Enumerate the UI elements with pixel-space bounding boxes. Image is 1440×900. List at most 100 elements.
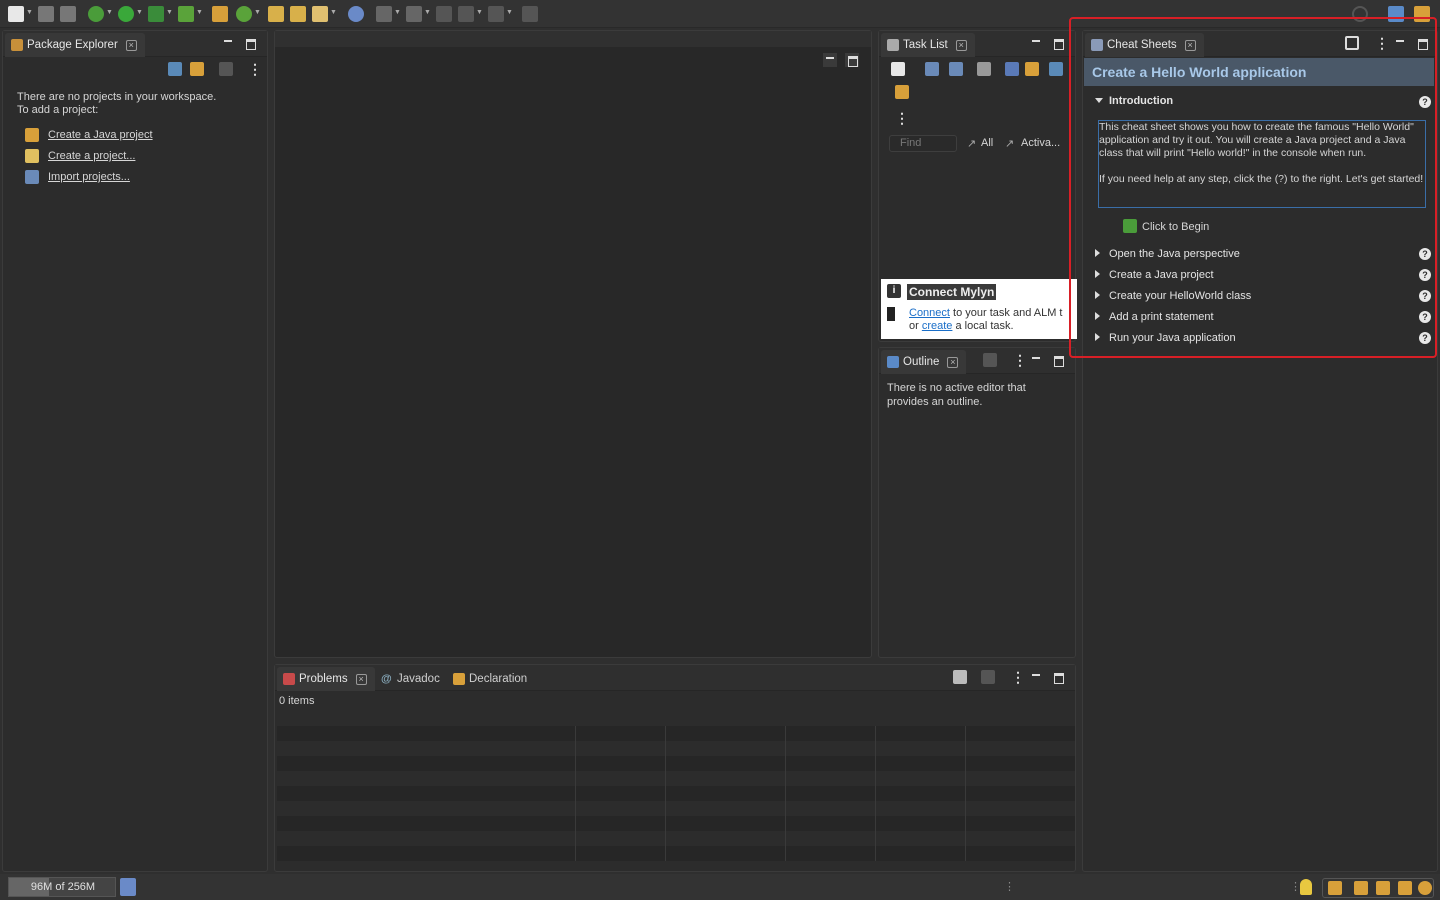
help-icon[interactable]: ? [1419,311,1431,323]
chevron-right-icon[interactable] [1095,291,1100,299]
save-icon[interactable] [38,6,54,22]
chevron-right-icon[interactable] [1095,249,1100,257]
collapse-all-icon[interactable] [168,62,182,76]
link-icon[interactable] [1049,62,1063,76]
minimize-button[interactable] [823,53,837,67]
save-all-icon[interactable] [60,6,76,22]
step-add-print-statement[interactable]: Add a print statement [1109,311,1214,323]
chevron-down-icon[interactable]: ▼ [136,9,143,16]
create-java-project-link[interactable]: Create a Java project [48,129,153,141]
minimize-button[interactable] [1029,670,1043,684]
maximize-button[interactable] [845,53,859,67]
chevron-down-icon[interactable]: ▼ [330,9,337,16]
help-icon[interactable]: ? [1419,332,1431,344]
focus-icon[interactable] [219,62,233,76]
run-icon[interactable] [118,6,134,22]
heap-status[interactable]: 96M of 256M [8,877,116,897]
tab-cheat-sheets[interactable]: Cheat Sheets × [1085,33,1204,57]
chevron-right-icon[interactable] [1095,312,1100,320]
book-icon[interactable] [1354,881,1368,895]
step-run-java-application[interactable]: Run your Java application [1109,332,1236,344]
view-menu-icon[interactable]: ⋮ [1011,670,1025,684]
external-tools-icon[interactable] [178,6,194,22]
view-menu-icon[interactable]: ⋮ [248,62,262,76]
minimize-button[interactable] [1029,353,1043,367]
import-projects-link[interactable]: Import projects... [48,171,130,183]
pencil-icon[interactable] [1398,881,1412,895]
chevron-down-icon[interactable]: ▼ [476,9,483,16]
focus-icon[interactable] [977,62,991,76]
start-icon[interactable] [1123,219,1137,233]
debug-icon[interactable] [88,6,104,22]
create-link[interactable]: create [922,320,953,332]
minimize-button[interactable] [1393,36,1407,50]
close-icon[interactable]: × [947,357,959,368]
tab-package-explorer[interactable]: Package Explorer × [5,33,145,57]
back-icon[interactable] [458,6,474,22]
quick-access-search-icon[interactable] [1352,6,1368,22]
java-ee-perspective-icon[interactable] [1388,6,1404,22]
tab-problems[interactable]: Problems × [277,667,375,691]
search-icon[interactable] [312,6,328,22]
collapse-all-icon[interactable] [1345,36,1359,50]
chevron-right-icon[interactable] [1095,333,1100,341]
close-icon[interactable]: × [125,40,137,51]
maximize-button[interactable] [1415,36,1429,50]
chevron-right-icon[interactable] [1095,270,1100,278]
prev-annotation-icon[interactable] [406,6,422,22]
connect-link[interactable]: Connect [909,307,950,319]
tutorial-icon[interactable] [1376,881,1390,895]
minimize-button[interactable] [1029,36,1043,50]
help-icon[interactable]: ? [1419,96,1431,108]
chevron-down-icon[interactable]: ▼ [106,9,113,16]
close-icon[interactable]: × [955,40,967,51]
close-icon[interactable]: × [1184,40,1196,51]
focus-icon[interactable] [981,670,995,684]
introduction-heading[interactable]: Introduction [1109,95,1173,107]
task-list-icon[interactable] [1328,881,1342,895]
open-type-icon[interactable] [268,6,284,22]
chevron-down-icon[interactable]: ▼ [506,9,513,16]
maximize-button[interactable] [1051,353,1065,367]
task-find-input[interactable]: Find [889,135,957,152]
lightbulb-icon[interactable] [1300,879,1312,895]
new-icon[interactable] [8,6,24,22]
view-menu-icon[interactable]: ⋮ [1375,36,1389,50]
scheduled-icon[interactable] [949,62,963,76]
filter-all-link[interactable]: All [981,137,993,149]
sync-icon[interactable] [895,85,909,99]
help-icon[interactable]: ? [1419,248,1431,260]
toggle-mark-occurrences-icon[interactable] [348,6,364,22]
chevron-down-icon[interactable] [1095,98,1103,103]
next-annotation-icon[interactable] [376,6,392,22]
filter-active-link[interactable]: Activa... [1021,137,1060,149]
open-task-icon[interactable] [290,6,306,22]
tab-task-list[interactable]: Task List × [881,33,975,57]
chevron-down-icon[interactable]: ▼ [394,9,401,16]
close-icon[interactable]: × [355,674,367,685]
tab-javadoc[interactable]: @ Javadoc [375,667,448,691]
click-to-begin-link[interactable]: Click to Begin [1142,221,1209,233]
chevron-down-icon[interactable]: ▼ [26,9,33,16]
help-icon[interactable]: ? [1419,269,1431,281]
new-java-class-icon[interactable] [236,6,252,22]
maximize-button[interactable] [243,36,257,50]
garbage-collect-icon[interactable] [120,878,136,896]
new-task-icon[interactable] [891,62,905,76]
step-create-helloworld-class[interactable]: Create your HelloWorld class [1109,290,1251,302]
chevron-down-icon[interactable]: ▼ [254,9,261,16]
step-open-java-perspective[interactable]: Open the Java perspective [1109,248,1240,260]
collapse-all-icon[interactable] [1025,62,1039,76]
view-menu-icon[interactable]: ⋮ [895,111,909,125]
view-menu-icon[interactable]: ⋮ [1013,353,1027,367]
hide-completed-icon[interactable] [1005,62,1019,76]
create-project-link[interactable]: Create a project... [48,150,135,162]
chevron-down-icon[interactable]: ▼ [424,9,431,16]
pin-editor-icon[interactable] [522,6,538,22]
categorized-icon[interactable] [925,62,939,76]
forward-icon[interactable] [488,6,504,22]
filter-icon[interactable] [953,670,967,684]
step-create-java-project[interactable]: Create a Java project [1109,269,1214,281]
update-icon[interactable] [1418,881,1432,895]
problems-table[interactable] [277,726,1075,861]
